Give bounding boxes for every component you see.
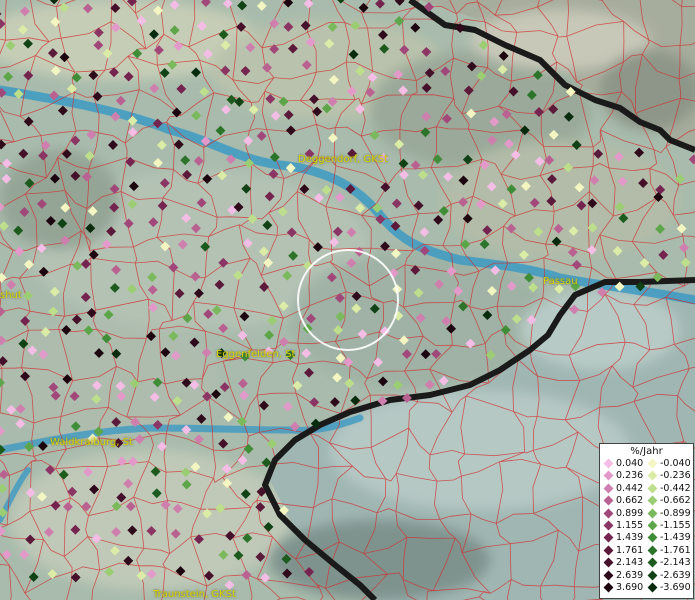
- legend-swatch-negative: [647, 557, 658, 568]
- city-label-waldkraiburg: Waldkraiburg, St: [50, 437, 133, 448]
- legend-row: 2.143 -2.143: [600, 557, 695, 568]
- legend-row: 0.040 -0.040: [600, 458, 695, 469]
- legend-swatch-positive: [603, 532, 614, 543]
- legend-swatch-positive: [603, 483, 614, 494]
- legend-row: 0.899 -0.899: [600, 508, 695, 519]
- legend-label-positive: 2.639: [616, 569, 644, 581]
- legend-label-positive: 1.439: [616, 532, 644, 544]
- legend-swatch-negative: [647, 582, 658, 593]
- legend-label-positive: 0.662: [616, 495, 644, 507]
- legend-swatch-positive: [603, 470, 614, 481]
- city-label-deggendorf: Deggendorf, GKSt: [298, 154, 389, 165]
- legend-row: 0.236 -0.236: [600, 470, 695, 481]
- map-canvas[interactable]: [0, 0, 695, 600]
- legend-label-negative: -0.899: [660, 507, 691, 519]
- legend-label-positive: 0.040: [616, 458, 644, 469]
- legend-row: 1.761 -1.761: [600, 545, 695, 556]
- legend-title: %/Jahr: [630, 446, 663, 457]
- city-label-landshut: shut: [0, 290, 22, 301]
- legend-label-positive: 0.442: [616, 482, 644, 494]
- legend-swatch-negative: [647, 458, 658, 469]
- legend-label-positive: 2.143: [616, 557, 644, 569]
- legend-label-negative: -1.155: [660, 520, 691, 531]
- legend-row: 1.439 -1.439: [600, 532, 695, 543]
- legend-swatch-negative: [647, 520, 658, 531]
- legend-swatch-positive: [603, 570, 614, 581]
- legend-label-positive: 1.761: [616, 544, 644, 556]
- legend-label-negative: -1.761: [660, 544, 691, 556]
- legend-label-negative: -0.662: [660, 495, 691, 507]
- legend-swatch-positive: [603, 495, 614, 506]
- legend-label-negative: -1.439: [660, 532, 691, 544]
- legend-label-negative: -0.236: [660, 470, 691, 482]
- legend-row: 1.155 -1.155: [600, 520, 695, 531]
- legend-swatch-positive: [603, 508, 614, 519]
- legend-row: 3.690 -3.690: [600, 582, 695, 593]
- legend-swatch-negative: [647, 545, 658, 556]
- legend-swatch-positive: [603, 520, 614, 531]
- legend-swatch-negative: [647, 470, 658, 481]
- city-label-passau: Passau: [543, 276, 578, 287]
- map-legend: %/Jahr 0.040 -0.040 0.236 -0.236 0.442 -0.442…: [599, 443, 694, 599]
- legend-label-negative: -2.639: [660, 569, 691, 581]
- legend-label-positive: 0.899: [616, 507, 644, 519]
- legend-swatch-negative: [647, 532, 658, 543]
- legend-label-negative: -2.143: [660, 557, 691, 569]
- legend-label-negative: -3.690: [660, 582, 691, 593]
- legend-swatch-negative: [647, 483, 658, 494]
- legend-label-positive: 3.690: [616, 582, 644, 593]
- legend-label-negative: -0.040: [660, 458, 691, 469]
- legend-row: 0.662 -0.662: [600, 495, 695, 506]
- legend-swatch-positive: [603, 582, 614, 593]
- legend-label-negative: -0.442: [660, 482, 691, 494]
- legend-label-positive: 0.236: [616, 470, 644, 482]
- city-label-eggenfelden: Eggenfelden, St: [216, 349, 296, 360]
- legend-swatch-negative: [647, 570, 658, 581]
- legend-row: 0.442 -0.442: [600, 483, 695, 494]
- map-view[interactable]: Deggendorf, GKSt Passau Eggenfelden, St …: [0, 0, 695, 600]
- city-label-traunstein: Traunstein, GKSt: [153, 589, 236, 600]
- legend-swatch-positive: [603, 557, 614, 568]
- legend-swatch-negative: [647, 495, 658, 506]
- legend-row: 2.639 -2.639: [600, 570, 695, 581]
- legend-swatch-positive: [603, 458, 614, 469]
- legend-label-positive: 1.155: [616, 520, 644, 531]
- legend-swatch-negative: [647, 508, 658, 519]
- legend-swatch-positive: [603, 545, 614, 556]
